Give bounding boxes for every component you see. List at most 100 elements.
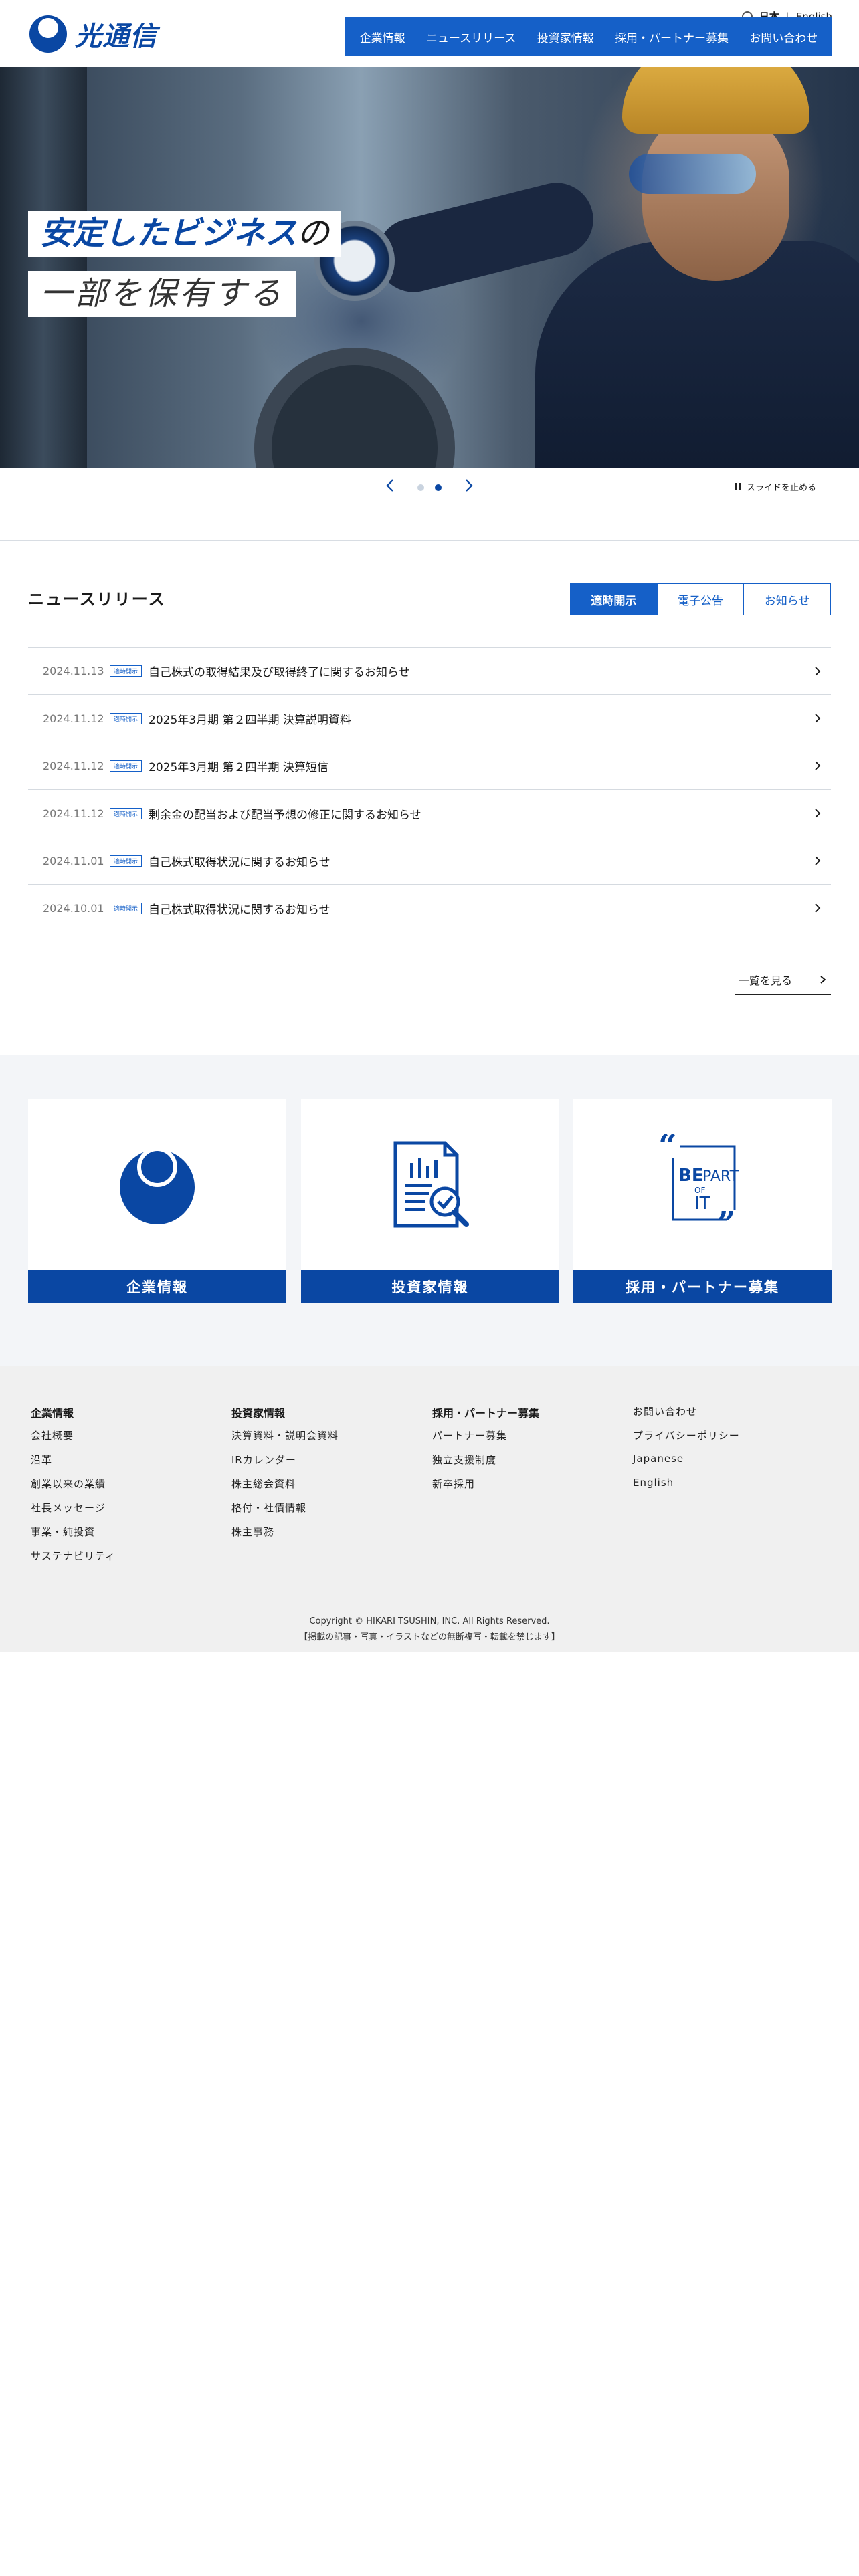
news-date: 2024.11.01 <box>43 854 104 867</box>
tab-timely-disclosure[interactable]: 適時開示 <box>571 584 658 615</box>
chevron-right-icon <box>804 666 831 676</box>
site-header: 光通信 日本 | English 企業情報 ニュースリリース 投資家情報 採用・… <box>0 0 859 67</box>
chevron-right-icon <box>820 976 826 984</box>
news-item[interactable]: 2024.10.01 適時開示 自己株式取得状況に関するお知らせ <box>28 885 831 932</box>
nav-recruit[interactable]: 採用・パートナー募集 <box>612 23 731 51</box>
hero-headline-1: 安定したビジネスの <box>28 211 342 257</box>
logo-mark-icon <box>29 15 67 53</box>
news-item[interactable]: 2024.11.12 適時開示 2025年3月期 第２四半期 決算短信 <box>28 742 831 790</box>
footer-link[interactable]: 事業・純投資 <box>31 1525 116 1538</box>
footer-link[interactable]: パートナー募集 <box>432 1428 539 1442</box>
news-title: 2025年3月期 第２四半期 決算説明資料 <box>149 713 351 727</box>
footer-link[interactable]: 格付・社債情報 <box>231 1501 339 1514</box>
news-date: 2024.11.12 <box>43 807 104 820</box>
be-part-of-it-icon: “ BE PART OF IT ” <box>658 1134 739 1235</box>
footer-link-japanese[interactable]: Japanese <box>633 1453 740 1466</box>
svg-text:IT: IT <box>694 1194 710 1214</box>
news-category-badge: 適時開示 <box>110 807 142 819</box>
footer-link-contact[interactable]: お問い合わせ <box>633 1404 740 1418</box>
news-title: 自己株式の取得結果及び取得終了に関するお知らせ <box>149 666 410 679</box>
chevron-right-icon <box>804 761 831 770</box>
card-investors-label: 投資家情報 <box>301 1270 559 1303</box>
news-title: 自己株式取得状況に関するお知らせ <box>149 855 330 869</box>
chevron-right-icon <box>804 856 831 865</box>
footer-link-privacy[interactable]: プライバシーポリシー <box>633 1428 740 1442</box>
news-category-badge: 適時開示 <box>110 760 142 772</box>
news-item[interactable]: 2024.11.12 適時開示 剰余金の配当および配当予想の修正に関するお知らせ <box>28 790 831 837</box>
slider-dot-2[interactable] <box>435 484 442 491</box>
news-category-badge: 適時開示 <box>110 665 142 677</box>
footer-col-investors: 投資家情報 決算資料・説明会資料 IRカレンダー 株主総会資料 格付・社債情報 … <box>231 1404 339 1549</box>
footer-col-heading[interactable]: 企業情報 <box>31 1404 116 1420</box>
card-recruit[interactable]: “ BE PART OF IT ” 採用・パートナー募集 <box>573 1099 832 1303</box>
site-logo[interactable]: 光通信 <box>29 15 157 53</box>
nav-contact[interactable]: お問い合わせ <box>747 23 820 51</box>
chevron-right-icon <box>804 714 831 723</box>
slider-pause-label: スライドを止める <box>746 483 816 493</box>
slider-dot-1[interactable] <box>417 484 424 491</box>
footer-link[interactable]: 沿革 <box>31 1453 116 1466</box>
svg-text:”: ” <box>717 1205 736 1235</box>
global-nav: 企業情報 ニュースリリース 投資家情報 採用・パートナー募集 お問い合わせ <box>345 17 832 56</box>
news-more-label: 一覧を見る <box>739 974 793 987</box>
news-title: 2025年3月期 第２四半期 決算短信 <box>149 760 328 774</box>
footer-col-recruit: 採用・パートナー募集 パートナー募集 独立支援制度 新卒採用 <box>432 1404 539 1501</box>
footer-col-heading[interactable]: 投資家情報 <box>231 1404 339 1420</box>
chevron-left-icon <box>386 479 393 492</box>
news-more-link[interactable]: 一覧を見る <box>735 966 831 995</box>
news-category-badge: 適時開示 <box>110 855 142 867</box>
card-investors[interactable]: 投資家情報 <box>301 1099 559 1303</box>
news-item[interactable]: 2024.11.12 適時開示 2025年3月期 第２四半期 決算説明資料 <box>28 695 831 742</box>
news-date: 2024.11.13 <box>43 665 104 677</box>
nav-news[interactable]: ニュースリリース <box>423 23 518 51</box>
footer-link-english[interactable]: English <box>633 1477 740 1490</box>
footer-link[interactable]: 会社概要 <box>31 1428 116 1442</box>
footer-link[interactable]: 社長メッセージ <box>31 1501 116 1514</box>
hero-slider: 安定したビジネスの 一部を保有する <box>0 67 859 468</box>
news-category-badge: 適時開示 <box>110 902 142 914</box>
svg-text:BE: BE <box>678 1166 704 1186</box>
slider-prev-button[interactable] <box>383 477 399 494</box>
svg-text:PART: PART <box>702 1168 739 1185</box>
card-investors-image <box>301 1099 559 1270</box>
tab-electronic-notice[interactable]: 電子公告 <box>658 584 745 615</box>
footer-link[interactable]: サステナビリティ <box>31 1549 116 1562</box>
news-item[interactable]: 2024.11.13 適時開示 自己株式の取得結果及び取得終了に関するお知らせ <box>28 647 831 695</box>
footer-link[interactable]: 独立支援制度 <box>432 1453 539 1466</box>
pause-icon <box>735 483 741 490</box>
hero-photo-helmet <box>622 67 809 134</box>
news-list: 2024.11.13 適時開示 自己株式の取得結果及び取得終了に関するお知らせ … <box>28 647 831 932</box>
card-recruit-label: 採用・パートナー募集 <box>573 1270 832 1303</box>
footer-link[interactable]: 新卒採用 <box>432 1477 539 1490</box>
hero-headline-2: 一部を保有する <box>28 270 296 318</box>
news-item[interactable]: 2024.11.01 適時開示 自己株式取得状況に関するお知らせ <box>28 837 831 885</box>
tab-notices[interactable]: お知らせ <box>744 584 830 615</box>
footer-link[interactable]: 株主事務 <box>231 1525 339 1538</box>
copyright-text: Copyright © HIKARI TSUSHIN, INC. All Rig… <box>309 1616 550 1626</box>
footer-link[interactable]: 創業以来の業績 <box>31 1477 116 1490</box>
news-tabs: 適時開示 電子公告 お知らせ <box>570 583 831 615</box>
copyright-notice: 【掲載の記事・写真・イラストなどの無断複写・転載を禁じます】 <box>299 1632 560 1642</box>
chevron-right-icon <box>804 903 831 913</box>
footer-copyright: Copyright © HIKARI TSUSHIN, INC. All Rig… <box>0 1614 859 1646</box>
logo-text: 光通信 <box>75 21 157 52</box>
footer-col-heading[interactable]: 採用・パートナー募集 <box>432 1404 539 1420</box>
nav-investors[interactable]: 投資家情報 <box>535 23 597 51</box>
section-divider <box>0 540 859 541</box>
footer-link[interactable]: IRカレンダー <box>231 1453 339 1466</box>
slider-pause-button[interactable]: スライドを止める <box>735 480 816 493</box>
nav-company[interactable]: 企業情報 <box>357 23 408 51</box>
news-title: 剰余金の配当および配当予想の修正に関するお知らせ <box>149 808 421 822</box>
hero-copy: 安定したビジネスの 一部を保有する <box>28 211 342 330</box>
hero-headline-main: 安定したビジネス <box>40 215 298 252</box>
footer-link[interactable]: 決算資料・説明会資料 <box>231 1428 339 1442</box>
document-check-icon <box>393 1141 469 1228</box>
hero-photo-worker-arm <box>369 175 601 300</box>
news-category-badge: 適時開示 <box>110 712 142 724</box>
slider-dots <box>417 484 442 491</box>
card-company[interactable]: 企業情報 <box>28 1099 286 1303</box>
footer-col-misc: お問い合わせ プライバシーポリシー Japanese English <box>633 1404 740 1501</box>
footer-link[interactable]: 株主総会資料 <box>231 1477 339 1490</box>
slider-next-button[interactable] <box>460 477 476 494</box>
card-company-image <box>28 1099 286 1270</box>
